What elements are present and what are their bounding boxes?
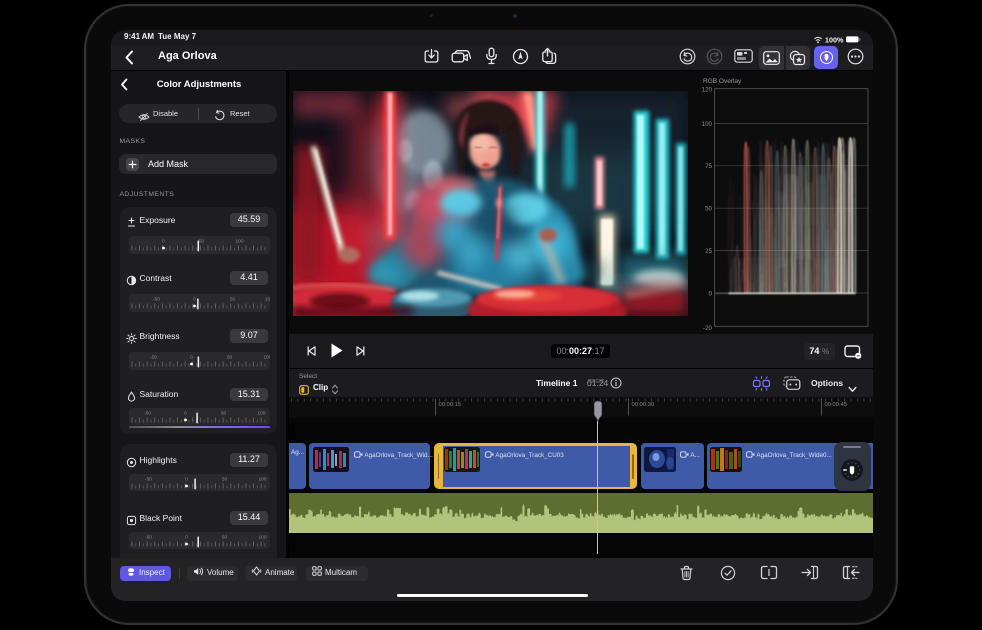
svg-text:00:00:30: 00:00:30 (631, 402, 654, 408)
svg-text:00:00:15: 00:00:15 (438, 402, 461, 408)
svg-text:00:00:45: 00:00:45 (824, 402, 847, 408)
